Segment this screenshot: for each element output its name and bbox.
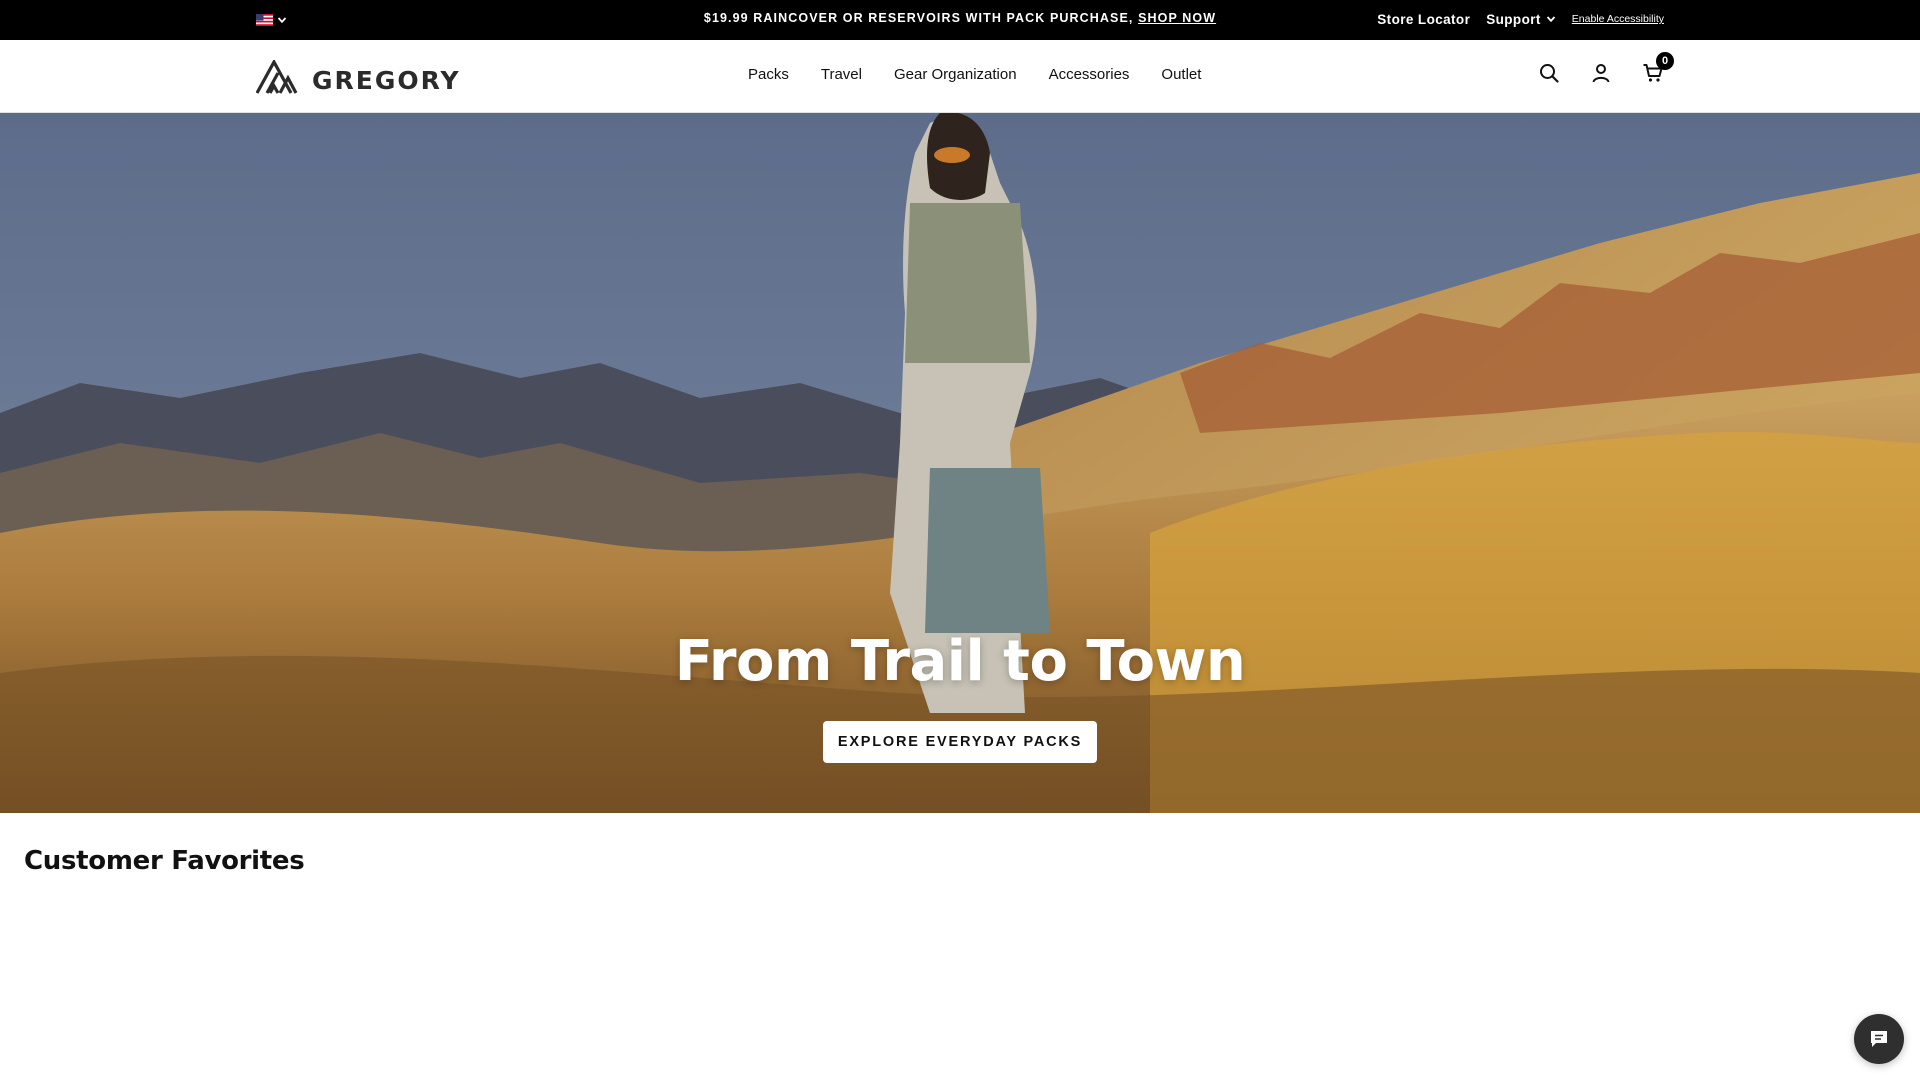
main-nav: Packs Travel Gear Organization Accessori… [748,66,1201,83]
nav-gear-organization[interactable]: Gear Organization [894,66,1017,83]
support-label: Support [1486,11,1541,27]
store-locator-link[interactable]: Store Locator [1377,12,1470,27]
nav-travel[interactable]: Travel [821,66,862,83]
promo-bar: $19.99 RAINCOVER OR RESERVOIRS WITH PACK… [0,0,1920,40]
shop-now-link[interactable]: SHOP NOW [1138,11,1216,25]
nav-outlet[interactable]: Outlet [1161,66,1201,83]
hero-image [0,113,1920,813]
chat-icon [1871,1031,1887,1047]
gregory-logo[interactable]: GREGORY [256,60,461,95]
site-header: GREGORY Packs Travel Gear Organization A… [0,40,1920,113]
mountain-logo-icon [256,60,298,94]
cart-count-badge: 0 [1656,52,1674,70]
enable-accessibility-link[interactable]: Enable Accessibility [1572,13,1664,25]
account-icon [1592,64,1610,83]
chevron-down-icon [1546,16,1555,23]
explore-everyday-packs-button[interactable]: EXPLORE EVERYDAY PACKS [823,721,1097,763]
account-button[interactable] [1590,62,1612,84]
logo-wordmark: GREGORY [312,65,461,95]
header-icons: 0 [1538,52,1674,84]
hero-title: From Trail to Town [674,629,1246,694]
promo-text: $19.99 RAINCOVER OR RESERVOIRS WITH PACK… [703,11,1134,25]
search-button[interactable] [1538,62,1560,84]
utility-links: Store Locator Support Enable Accessibili… [1377,10,1664,28]
cart-button[interactable]: 0 [1642,52,1674,84]
customer-favorites-heading: Customer Favorites [24,846,305,876]
nav-packs[interactable]: Packs [748,66,789,83]
support-menu[interactable]: Support [1486,12,1556,27]
nav-accessories[interactable]: Accessories [1049,66,1130,83]
hero-banner: From Trail to Town EXPLORE EVERYDAY PACK… [0,113,1920,813]
search-icon [1540,64,1559,83]
chat-button[interactable] [1854,1014,1904,1064]
